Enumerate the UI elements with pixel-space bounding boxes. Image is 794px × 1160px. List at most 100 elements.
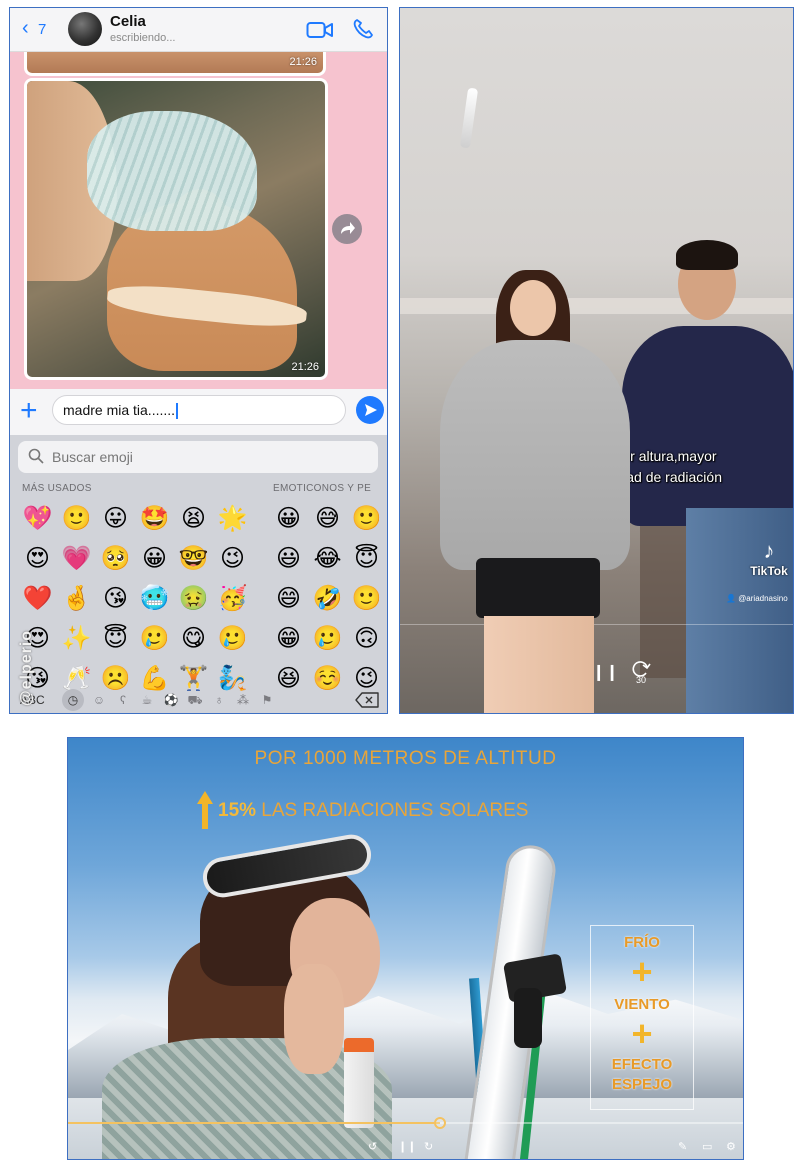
video-screenshot-panel: A mayor altura,mayor intensidad de radia… — [399, 7, 794, 714]
send-arrow-icon — [365, 404, 377, 416]
back-chevron-icon[interactable]: ‹ — [22, 17, 29, 40]
emoji-key[interactable]: 😋 — [174, 619, 213, 659]
attach-plus-icon[interactable]: + — [20, 393, 38, 429]
symbols-category-icon[interactable]: ⁂ — [234, 689, 252, 711]
wall-strip — [400, 298, 793, 314]
chat-header: ‹ 7 Celia escribiendo... — [10, 8, 387, 52]
message-input[interactable]: madre mia tia....... — [52, 395, 346, 425]
girl-legs — [484, 616, 594, 713]
emoji-search-input[interactable]: Buscar emoji — [18, 441, 378, 473]
screen-icon[interactable]: ▭ — [702, 1140, 712, 1153]
previous-image-message[interactable]: 21:26 — [24, 52, 326, 76]
emoji-key[interactable]: 🥳 — [213, 579, 252, 619]
emoji-key[interactable]: 🙂 — [347, 579, 386, 619]
emoji-key[interactable]: 🤓 — [174, 539, 213, 579]
frequent-section-label: MÁS USADOS — [22, 483, 92, 494]
pencil-icon[interactable]: ✎ — [678, 1140, 687, 1153]
phone-call-icon[interactable] — [352, 18, 374, 40]
emoji-key[interactable]: 😀 — [269, 499, 308, 539]
photo-fabric — [87, 111, 257, 231]
food-category-icon[interactable]: ☕ — [138, 689, 156, 711]
factors-box: FRÍO + VIENTO + EFECTO ESPEJO — [590, 925, 694, 1110]
emoji-key[interactable]: 😃 — [269, 539, 308, 579]
image-message[interactable]: 21:26 — [24, 78, 328, 380]
animals-category-icon[interactable]: ʕ — [114, 689, 132, 711]
emoji-key[interactable]: 😫 — [174, 499, 213, 539]
emoji-key[interactable]: 🌟 — [213, 499, 252, 539]
tiktok-watermark: ♪ TikTok — [746, 538, 792, 578]
video-call-icon[interactable] — [306, 20, 334, 40]
emoji-key[interactable]: 🤢 — [174, 579, 213, 619]
emoji-key[interactable]: 🥲 — [308, 619, 347, 659]
video-progress-track[interactable] — [400, 624, 793, 625]
recent-clock-icon[interactable]: ◷ — [62, 689, 84, 711]
emoji-category-bar: ABC ◷ ☺ ʕ ☕ ⚽ ⛟ ♁ ⁂ ⚑ — [10, 687, 387, 713]
contact-name[interactable]: Celia — [110, 13, 146, 30]
emoji-key[interactable]: 😇 — [96, 619, 135, 659]
emoji-key[interactable]: 🥲 — [135, 619, 174, 659]
slide-forward-button[interactable]: ↻ — [424, 1140, 433, 1153]
emoji-key[interactable]: 😉 — [213, 539, 252, 579]
factor-mirror-1: EFECTO — [611, 1056, 673, 1073]
slide-video-seekbar[interactable] — [68, 1117, 743, 1129]
man-sweater — [622, 326, 793, 526]
emoji-key[interactable]: 🥲 — [213, 619, 252, 659]
emoji-key[interactable]: 🤣 — [308, 579, 347, 619]
back-unread-count[interactable]: 7 — [38, 21, 46, 38]
factor-cold: FRÍO — [624, 934, 660, 951]
pause-icon: ❙❙ — [592, 664, 619, 681]
tiktok-note-icon: ♪ — [763, 538, 775, 563]
emoji-key[interactable]: 😁 — [269, 619, 308, 659]
slide-rewind-button[interactable]: ↺ — [368, 1140, 377, 1153]
contact-typing-status: escribiendo... — [110, 32, 176, 44]
emoji-key[interactable]: 💗 — [57, 539, 96, 579]
emoji-key[interactable]: 🙂 — [347, 499, 386, 539]
slide-title: POR 1000 METROS DE ALTITUD — [254, 748, 557, 769]
emoji-key[interactable]: 🤩 — [135, 499, 174, 539]
objects-category-icon[interactable]: ♁ — [210, 689, 228, 711]
emoji-key[interactable]: 😘 — [96, 579, 135, 619]
emoji-key[interactable]: 🙂 — [57, 499, 96, 539]
pause-button[interactable]: ❙❙ — [592, 662, 619, 682]
contact-avatar[interactable] — [68, 12, 102, 46]
message-draft-text: madre mia tia....... — [63, 402, 176, 418]
man-hair — [676, 240, 738, 270]
emoji-key[interactable]: 😂 — [308, 539, 347, 579]
seekbar-knob[interactable] — [434, 1117, 446, 1129]
smileys-category-icon[interactable]: ☺ — [90, 689, 108, 711]
sunscreen-tube — [344, 1038, 374, 1128]
forward-arrow-icon — [341, 222, 355, 234]
forward-button[interactable] — [332, 214, 362, 244]
factor-wind: VIENTO — [614, 996, 670, 1013]
emoji-key[interactable]: 😄 — [269, 579, 308, 619]
girl-hoodie — [440, 340, 630, 570]
emoji-key[interactable]: ✨ — [57, 619, 96, 659]
emoji-key[interactable]: 😇 — [347, 539, 386, 579]
slide-pause-button[interactable]: ❙❙ — [398, 1140, 416, 1153]
emoji-keyboard: Buscar emoji MÁS USADOS EMOTICONOS Y PE … — [10, 435, 387, 713]
travel-category-icon[interactable]: ⛟ — [186, 689, 204, 711]
emoji-key[interactable]: 😀 — [135, 539, 174, 579]
arrow-up-icon — [197, 791, 213, 829]
girl-face — [510, 280, 556, 336]
forward-skip-button[interactable]: 30 — [630, 658, 652, 685]
seekbar-fill — [68, 1122, 440, 1124]
woman-hand — [284, 964, 344, 1074]
emoji-search-placeholder: Buscar emoji — [52, 449, 133, 465]
emoji-key[interactable]: 🙃 — [347, 619, 386, 659]
emoji-key[interactable]: 🤞 — [57, 579, 96, 619]
emoji-key[interactable]: 😅 — [308, 499, 347, 539]
send-button[interactable] — [356, 396, 384, 424]
emoji-key[interactable]: 😛 — [96, 499, 135, 539]
flags-category-icon[interactable]: ⚑ — [258, 689, 276, 711]
emoji-key[interactable]: 🥺 — [96, 539, 135, 579]
search-icon — [28, 448, 44, 464]
slide-screenshot-panel: POR 1000 METROS DE ALTITUD 15% LAS RADIA… — [67, 737, 744, 1160]
emoji-key[interactable]: 🥶 — [135, 579, 174, 619]
backspace-icon[interactable] — [354, 691, 380, 709]
settings-icon[interactable]: ⚙ — [726, 1140, 736, 1153]
plus-icon: + — [631, 951, 653, 992]
girl-shorts — [476, 558, 600, 618]
activity-category-icon[interactable]: ⚽ — [162, 689, 180, 711]
ceiling-light — [459, 87, 479, 149]
